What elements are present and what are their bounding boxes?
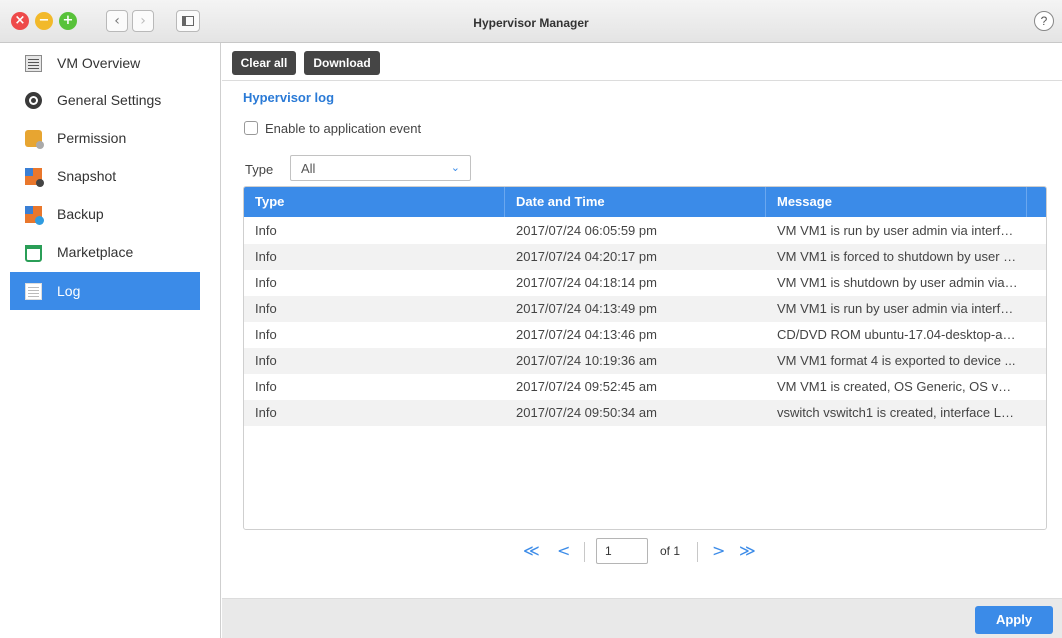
pager-divider [697, 542, 698, 562]
type-filter-select[interactable]: All ⌄ [290, 155, 471, 181]
download-button[interactable]: Download [304, 51, 380, 75]
settings-gear-icon [25, 91, 42, 109]
cell-message: VM VM1 is forced to shutdown by user a..… [777, 249, 1022, 264]
enable-application-event-checkbox[interactable] [244, 121, 258, 135]
column-header-message[interactable]: Message [766, 187, 1027, 217]
log-toolbar: Clear all Download [222, 43, 1062, 81]
cell-date-time: 2017/07/24 04:13:46 pm [516, 327, 657, 342]
pager-divider [584, 542, 585, 562]
cell-message: CD/DVD ROM ubuntu-17.04-desktop-am... [777, 327, 1024, 342]
sidebar-item-vm-overview[interactable]: VM Overview [10, 44, 200, 82]
cell-date-time: 2017/07/24 09:50:34 am [516, 405, 657, 420]
sidebar-item-backup[interactable]: Backup [10, 195, 200, 233]
sidebar-item-label: VM Overview [57, 55, 141, 71]
sidebar-item-log[interactable]: Log [10, 272, 200, 310]
page-count-label: of 1 [660, 544, 681, 558]
permission-lock-icon [25, 129, 44, 149]
table-row[interactable]: Info 2017/07/24 10:19:36 am VM VM1 forma… [244, 348, 1046, 374]
clear-all-button[interactable]: Clear all [232, 51, 296, 75]
cell-type: Info [255, 327, 277, 342]
apply-button[interactable]: Apply [975, 606, 1053, 634]
sidebar-item-snapshot[interactable]: Snapshot [10, 157, 200, 195]
cell-date-time: 2017/07/24 09:52:45 am [516, 379, 657, 394]
help-icon: ? [1040, 14, 1048, 28]
footer-bar: Apply [222, 598, 1062, 638]
pagination: ≪ < 1 of 1 > ≫ [0, 538, 1062, 566]
cell-date-time: 2017/07/24 10:19:36 am [516, 353, 657, 368]
sidebar-item-label: Marketplace [57, 244, 134, 260]
log-table: Type Date and Time Message Info 2017/07/… [243, 186, 1047, 530]
cell-type: Info [255, 223, 277, 238]
cell-date-time: 2017/07/24 04:13:49 pm [516, 301, 657, 316]
column-header-type[interactable]: Type [244, 187, 505, 217]
last-page-icon[interactable]: ≫ [739, 541, 756, 560]
type-filter-label: Type [245, 162, 274, 177]
table-row[interactable]: Info 2017/07/24 06:05:59 pm VM VM1 is ru… [244, 218, 1046, 244]
vm-overview-icon [25, 54, 42, 72]
cell-date-time: 2017/07/24 04:18:14 pm [516, 275, 657, 290]
cell-message: VM VM1 is shutdown by user admin via i..… [777, 275, 1022, 290]
table-row[interactable]: Info 2017/07/24 04:20:17 pm VM VM1 is fo… [244, 244, 1046, 270]
column-header-date-time[interactable]: Date and Time [505, 187, 766, 217]
cell-message: vswitch vswitch1 is created, interface L… [777, 405, 1021, 420]
help-button[interactable]: ? [1034, 11, 1054, 31]
cell-type: Info [255, 275, 277, 290]
sidebar-item-marketplace[interactable]: Marketplace [10, 233, 200, 271]
sidebar-item-permission[interactable]: Permission [10, 119, 200, 157]
enable-application-event-label[interactable]: Enable to application event [265, 121, 421, 136]
table-row[interactable]: Info 2017/07/24 09:52:45 am VM VM1 is cr… [244, 374, 1046, 400]
table-row[interactable]: Info 2017/07/24 04:13:46 pm CD/DVD ROM u… [244, 322, 1046, 348]
sidebar-item-general-settings[interactable]: General Settings [10, 81, 200, 119]
next-page-icon[interactable]: > [712, 541, 725, 560]
cell-date-time: 2017/07/24 06:05:59 pm [516, 223, 657, 238]
cell-type: Info [255, 405, 277, 420]
table-row[interactable]: Info 2017/07/24 09:50:34 am vswitch vswi… [244, 400, 1046, 426]
cell-type: Info [255, 353, 277, 368]
cell-message: VM VM1 is run by user admin via interfa.… [777, 301, 1019, 316]
cell-message: VM VM1 format 4 is exported to device ..… [777, 353, 1016, 368]
backup-icon [25, 205, 44, 225]
cell-date-time: 2017/07/24 04:20:17 pm [516, 249, 657, 264]
cell-type: Info [255, 249, 277, 264]
table-header: Type Date and Time Message [244, 187, 1046, 217]
title-bar: × − + ‹ › Hypervisor Manager ? [0, 0, 1062, 43]
type-filter-value: All [301, 161, 316, 176]
first-page-icon[interactable]: ≪ [523, 541, 540, 560]
cell-message: VM VM1 is run by user admin via interfa.… [777, 223, 1019, 238]
cell-type: Info [255, 301, 277, 316]
section-title: Hypervisor log [243, 90, 335, 105]
cell-message: VM VM1 is created, OS Generic, OS versi.… [777, 379, 1024, 394]
cart-icon [25, 244, 42, 262]
window-title: Hypervisor Manager [473, 16, 589, 30]
sidebar-item-label: General Settings [57, 92, 162, 108]
snapshot-icon [25, 167, 44, 187]
chevron-down-icon: ⌄ [450, 161, 460, 174]
sidebar-item-label: Log [57, 283, 81, 299]
log-list-icon [25, 282, 42, 300]
page-number-input[interactable]: 1 [596, 538, 648, 564]
sidebar-item-label: Snapshot [57, 168, 117, 184]
previous-page-icon[interactable]: < [557, 541, 570, 560]
sidebar-item-label: Permission [57, 130, 127, 146]
table-row[interactable]: Info 2017/07/24 04:13:49 pm VM VM1 is ru… [244, 296, 1046, 322]
cell-type: Info [255, 379, 277, 394]
sidebar-item-label: Backup [57, 206, 104, 222]
table-row[interactable]: Info 2017/07/24 04:18:14 pm VM VM1 is sh… [244, 270, 1046, 296]
